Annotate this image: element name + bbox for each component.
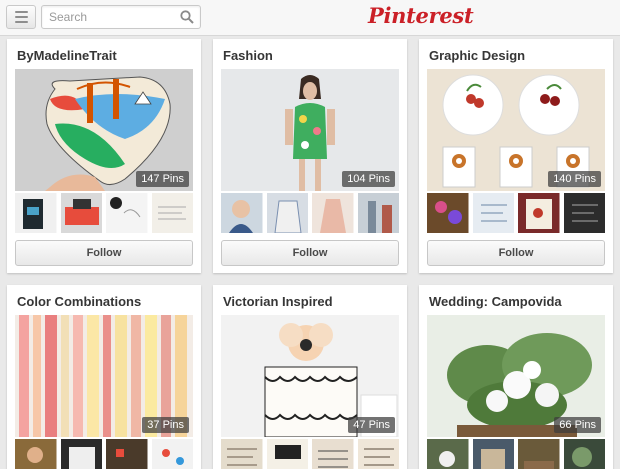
board-thumbnails	[221, 193, 399, 233]
search-input[interactable]	[42, 6, 172, 28]
board-card[interactable]: Fashion 104 Pins Follow	[213, 39, 407, 273]
board-thumbnail[interactable]	[15, 439, 57, 469]
board-thumbnail[interactable]	[106, 193, 148, 233]
board-thumbnail[interactable]	[151, 193, 193, 233]
board-cover-image[interactable]: 104 Pins	[221, 69, 399, 191]
board-card[interactable]: Victorian Inspired 47 Pins	[213, 285, 407, 469]
board-title[interactable]: ByMadelineTrait	[17, 48, 117, 63]
board-thumbnail[interactable]	[312, 439, 354, 469]
pin-count-badge: 66 Pins	[554, 417, 601, 433]
board-thumbnail[interactable]	[106, 439, 148, 469]
board-cover-image[interactable]: 66 Pins	[427, 315, 605, 437]
board-thumbnail[interactable]	[221, 193, 263, 233]
board-thumbnails	[427, 193, 605, 233]
board-thumbnail[interactable]	[357, 193, 399, 233]
board-thumbnail[interactable]	[266, 193, 308, 233]
pin-count-badge: 37 Pins	[142, 417, 189, 433]
board-thumbnail[interactable]	[472, 439, 514, 469]
board-card[interactable]: ByMadelineTrait 147 Pins Follow	[7, 39, 201, 273]
pin-count-badge: 140 Pins	[548, 171, 601, 187]
follow-button[interactable]: Follow	[427, 240, 605, 266]
board-cover-image[interactable]: 140 Pins	[427, 69, 605, 191]
board-thumbnail[interactable]	[427, 193, 469, 233]
board-title[interactable]: Victorian Inspired	[223, 294, 333, 309]
board-thumbnail[interactable]	[563, 193, 605, 233]
board-card[interactable]: Graphic Design 140 Pins Follow	[419, 39, 613, 273]
board-thumbnail[interactable]	[60, 439, 102, 469]
board-card[interactable]: Color Combinations 37 Pins	[7, 285, 201, 469]
board-thumbnail[interactable]	[151, 439, 193, 469]
pin-count-badge: 104 Pins	[342, 171, 395, 187]
hamburger-menu-icon[interactable]	[6, 5, 36, 29]
board-thumbnail[interactable]	[266, 439, 308, 469]
board-thumbnail[interactable]	[221, 439, 263, 469]
board-thumbnail[interactable]	[518, 439, 560, 469]
board-thumbnail[interactable]	[427, 439, 469, 469]
board-thumbnails	[221, 439, 399, 469]
board-thumbnail[interactable]	[518, 193, 560, 233]
pin-count-badge: 147 Pins	[136, 171, 189, 187]
board-thumbnails	[15, 439, 193, 469]
board-title[interactable]: Wedding: Campovida	[429, 294, 562, 309]
pin-count-badge: 47 Pins	[348, 417, 395, 433]
board-cover-image[interactable]: 147 Pins	[15, 69, 193, 191]
board-thumbnail[interactable]	[15, 193, 57, 233]
board-thumbnails	[15, 193, 193, 233]
board-thumbnail[interactable]	[357, 439, 399, 469]
board-title[interactable]: Fashion	[223, 48, 273, 63]
magnifier-icon[interactable]	[180, 10, 194, 24]
board-thumbnail[interactable]	[472, 193, 514, 233]
board-card[interactable]: Wedding: Campovida 66 Pins	[419, 285, 613, 469]
follow-button[interactable]: Follow	[15, 240, 193, 266]
board-cover-image[interactable]: 47 Pins	[221, 315, 399, 437]
board-thumbnails	[427, 439, 605, 469]
search-box[interactable]	[41, 5, 201, 29]
follow-button[interactable]: Follow	[221, 240, 399, 266]
board-cover-image[interactable]: 37 Pins	[15, 315, 193, 437]
board-title[interactable]: Graphic Design	[429, 48, 525, 63]
board-thumbnail[interactable]	[563, 439, 605, 469]
board-title[interactable]: Color Combinations	[17, 294, 141, 309]
pinterest-logo[interactable]: Pinterest	[368, 3, 474, 28]
board-thumbnail[interactable]	[60, 193, 102, 233]
board-thumbnail[interactable]	[312, 193, 354, 233]
top-bar: Pinterest	[0, 0, 620, 36]
